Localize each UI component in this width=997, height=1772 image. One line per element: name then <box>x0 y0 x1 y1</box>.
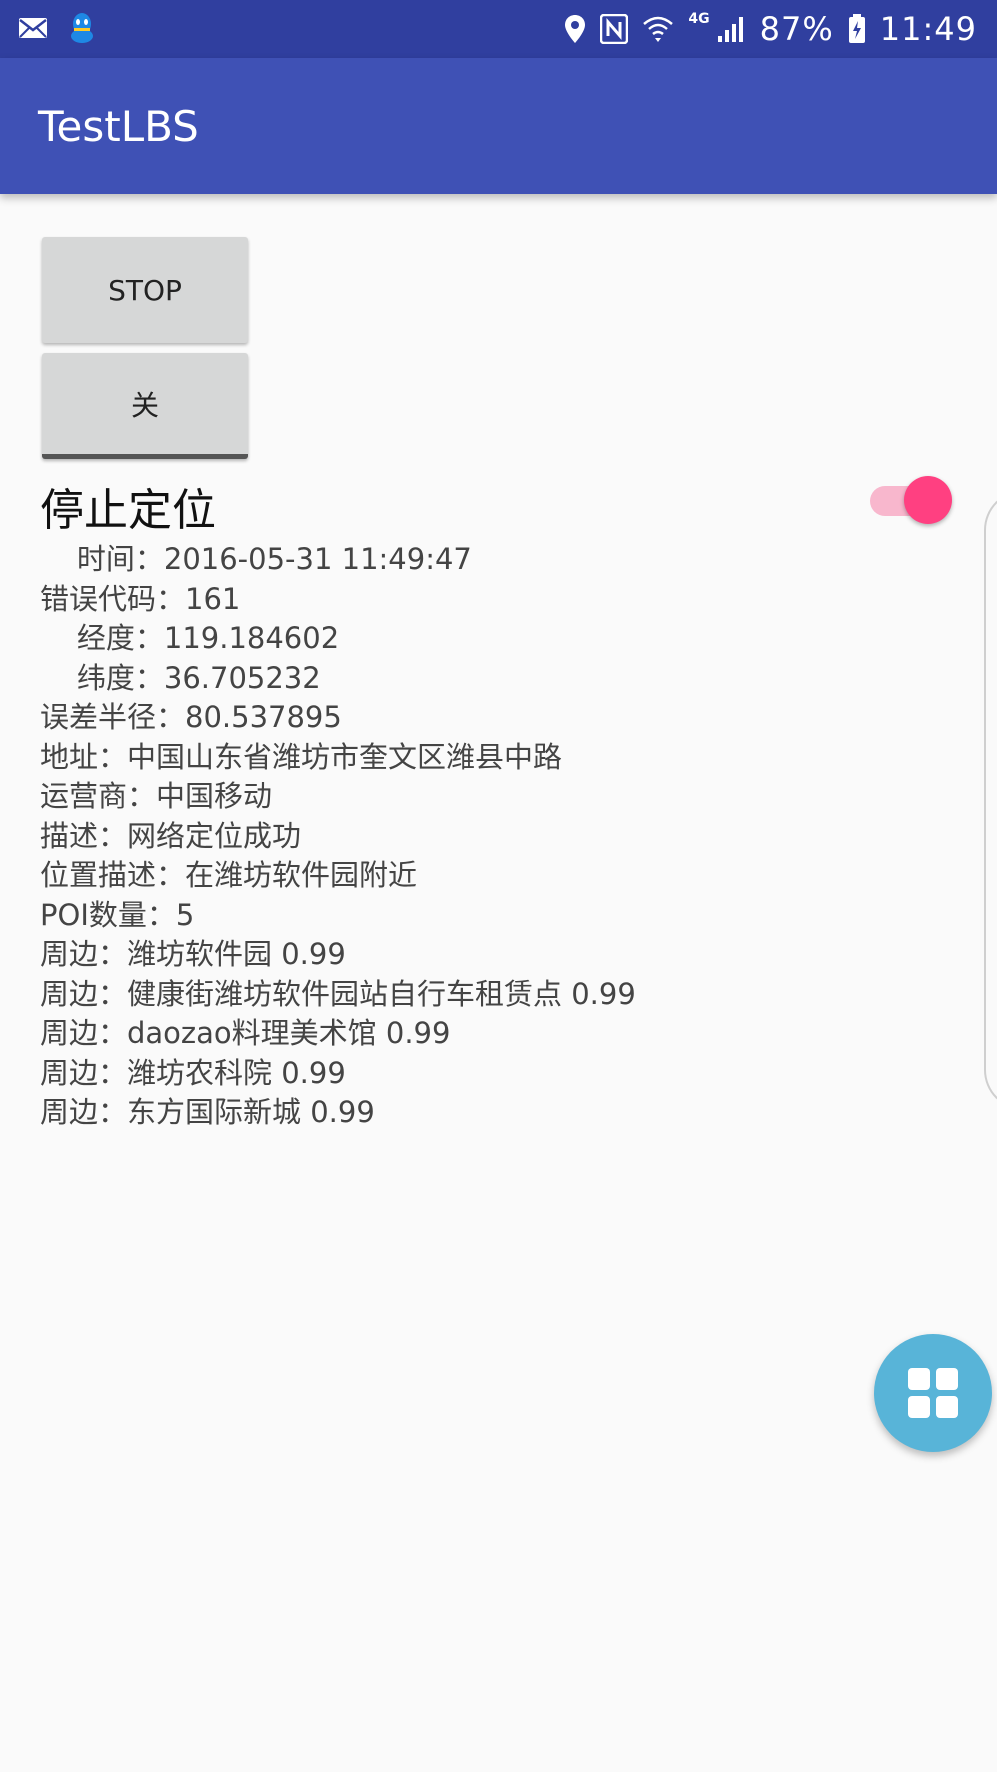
apps-fab-button[interactable] <box>874 1334 992 1452</box>
qq-icon <box>71 13 93 43</box>
info-poi-item: 周边：东方国际新城 0.99 <box>40 1095 375 1129</box>
info-radius: 误差半径：80.537895 <box>40 700 342 734</box>
info-description: 描述：网络定位成功 <box>40 818 302 853</box>
status-right-icons: 4G 87% 11:49 <box>564 8 977 50</box>
info-poi-item: 周边：潍坊农科院 0.99 <box>40 1055 346 1090</box>
info-longitude: 经度：119.184602 <box>40 621 340 655</box>
nfc-icon <box>600 14 629 44</box>
info-poi-item: 周边：潍坊软件园 0.99 <box>40 937 346 971</box>
location-icon <box>565 15 586 43</box>
status-heading: 停止定位 <box>40 485 216 536</box>
apps-grid-icon <box>908 1368 958 1418</box>
info-operator: 运营商：中国移动 <box>40 779 273 813</box>
status-time: 11:49 <box>879 10 977 48</box>
location-toggle-switch[interactable] <box>868 476 952 524</box>
info-time: 时间：2016-05-31 11:49:47 <box>40 542 472 576</box>
info-poi-item: 周边：daozao料理美术馆 0.99 <box>40 1016 451 1050</box>
location-info: 时间：2016-05-31 11:49:47 错误代码：161 经度：119.1… <box>40 540 970 1133</box>
info-poi-count: POI数量：5 <box>40 897 195 932</box>
status-bar: 4G 87% 11:49 <box>0 0 997 58</box>
battery-percent: 87% <box>759 10 834 48</box>
info-poi-item: 周边：健康街潍坊软件园站自行车租赁点 0.99 <box>40 976 636 1011</box>
battery-charging-icon <box>848 14 865 43</box>
app-bar: TestLBS <box>0 58 997 194</box>
status-left-icons <box>18 12 96 44</box>
off-button[interactable]: 关 <box>42 353 248 459</box>
wifi-icon <box>643 16 674 42</box>
app-title: TestLBS <box>38 102 199 151</box>
signal-icon <box>717 17 743 42</box>
info-location-describe: 位置描述：在潍坊软件园附近 <box>40 858 418 892</box>
info-latitude: 纬度：36.705232 <box>40 660 321 695</box>
switch-thumb <box>904 476 952 524</box>
info-address: 地址：中国山东省潍坊市奎文区潍县中路 <box>40 739 563 774</box>
info-error-code: 错误代码：161 <box>40 581 241 616</box>
network-type-label: 4G <box>688 11 710 27</box>
stop-button[interactable]: STOP <box>42 237 248 343</box>
edge-panel-handle[interactable] <box>984 490 997 1110</box>
mail-icon <box>19 18 47 38</box>
